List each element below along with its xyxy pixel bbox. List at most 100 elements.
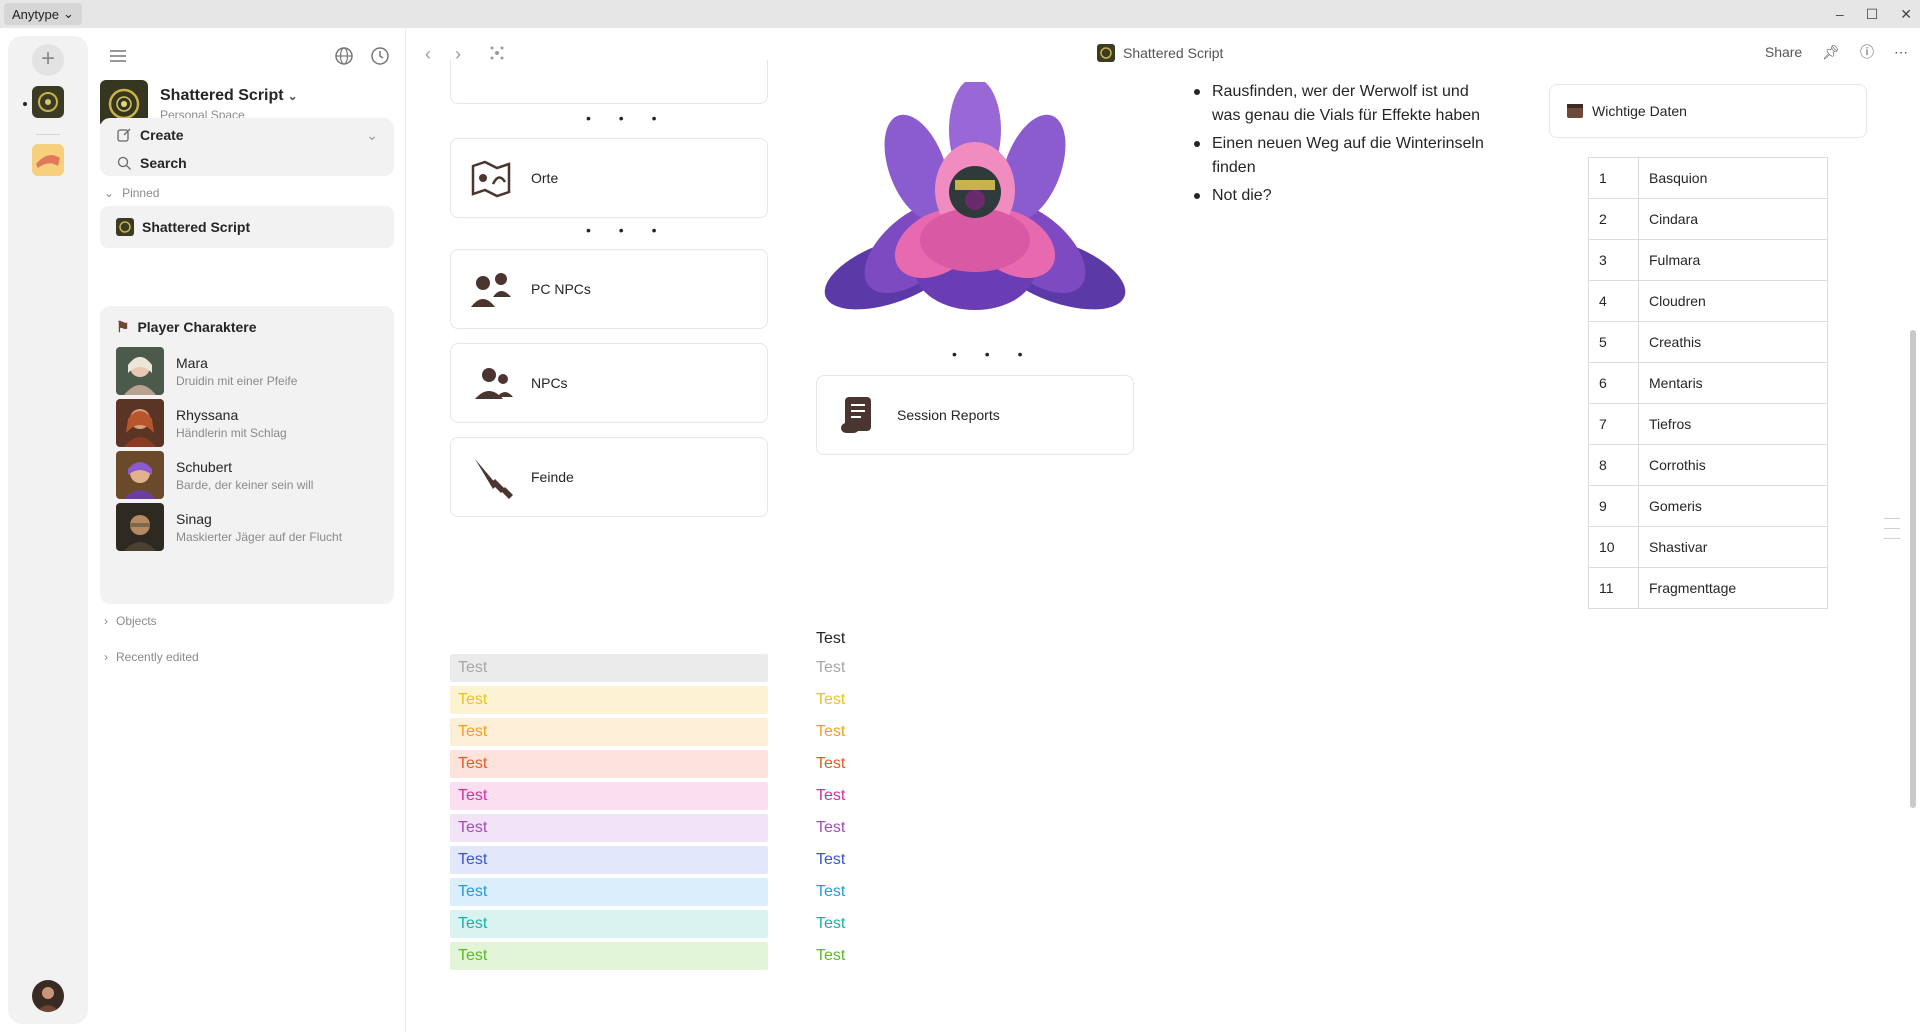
colored-test-text[interactable]: Test <box>816 878 845 906</box>
date-number[interactable]: 4 <box>1588 280 1639 322</box>
date-number[interactable]: 9 <box>1588 485 1639 527</box>
colored-test-text[interactable]: Test <box>816 750 845 778</box>
person-item-mara[interactable]: Mara Druidin mit einer Pfeife <box>116 346 386 396</box>
pin-icon[interactable]: 📌︎ <box>1822 44 1840 61</box>
scrollbar[interactable] <box>1910 330 1916 808</box>
table-of-contents-lines[interactable] <box>1884 518 1900 548</box>
add-space-button[interactable]: + <box>32 44 64 76</box>
date-number[interactable]: 6 <box>1588 362 1639 404</box>
space-shattered-script-icon[interactable] <box>32 86 64 118</box>
search-icon <box>117 156 131 170</box>
menu-icon[interactable] <box>106 44 130 68</box>
date-number[interactable]: 2 <box>1588 198 1639 240</box>
date-number[interactable]: 5 <box>1588 321 1639 363</box>
link-card-npcs[interactable]: NPCs <box>450 343 768 423</box>
date-name[interactable]: Corrothis <box>1638 444 1828 486</box>
highlighted-test-text[interactable]: Test <box>450 910 768 938</box>
colored-test-text[interactable]: Test <box>816 718 845 746</box>
person-item-rhyssana[interactable]: Rhyssana Händlerin mit Schlag <box>116 398 386 448</box>
highlighted-test-text[interactable]: Test <box>450 814 768 842</box>
link-card-wichtige-daten[interactable]: Wichtige Daten <box>1549 84 1867 138</box>
colored-test-text[interactable]: Test <box>816 654 845 682</box>
person-item-schubert[interactable]: Schubert Barde, der keiner sein will <box>116 450 386 500</box>
date-number[interactable]: 8 <box>1588 444 1639 486</box>
colored-test-text[interactable]: Test <box>816 686 845 714</box>
date-name[interactable]: Cloudren <box>1638 280 1828 322</box>
more-icon[interactable]: ⋯ <box>1894 44 1908 61</box>
info-icon[interactable]: ⓘ <box>1860 42 1874 62</box>
table-row: 4 Cloudren <box>1588 280 1828 322</box>
minimize-button[interactable]: – <box>1836 6 1844 22</box>
date-name[interactable]: Tiefros <box>1638 403 1828 445</box>
create-button[interactable]: Create ⌄ <box>100 121 394 149</box>
date-number[interactable]: 11 <box>1588 567 1639 609</box>
table-row: 2 Cindara <box>1588 198 1828 240</box>
link-card-feinde[interactable]: Feinde <box>450 437 768 517</box>
link-card-pc-npcs[interactable]: PC NPCs <box>450 249 768 329</box>
space-second-icon[interactable] <box>32 144 64 176</box>
bullet-item[interactable]: Einen neuen Weg auf die Winterinseln fin… <box>1190 132 1500 180</box>
date-name[interactable]: Gomeris <box>1638 485 1828 527</box>
pinned-section-toggle[interactable]: ⌄ Pinned <box>104 186 159 200</box>
colored-test-text[interactable]: Test <box>816 910 845 938</box>
highlighted-test-text[interactable]: Test <box>450 750 768 778</box>
recently-edited-toggle[interactable]: › Recently edited <box>104 650 199 664</box>
highlighted-test-text[interactable]: Test <box>450 846 768 874</box>
date-name[interactable]: Basquion <box>1638 157 1828 199</box>
date-name[interactable]: Creathis <box>1638 321 1828 363</box>
colored-test-text[interactable]: Test <box>816 846 845 874</box>
colored-test-text[interactable]: Test <box>816 814 845 842</box>
card-label: PC NPCs <box>531 281 591 297</box>
highlighted-test-text[interactable]: Test <box>450 686 768 714</box>
share-button[interactable]: Share <box>1765 44 1802 60</box>
pinned-item-shattered-script[interactable]: Shattered Script <box>100 206 394 248</box>
space-rail: + <box>8 36 88 1024</box>
date-name[interactable]: Cindara <box>1638 198 1828 240</box>
back-arrow-icon[interactable]: ‹ <box>425 44 431 65</box>
link-card-orte[interactable]: Orte <box>450 138 768 218</box>
date-name[interactable]: Mentaris <box>1638 362 1828 404</box>
date-name[interactable]: Fragmenttage <box>1638 567 1828 609</box>
chevron-down-icon: ⌄ <box>287 88 298 103</box>
maximize-button[interactable]: ☐ <box>1866 6 1879 23</box>
date-number[interactable]: 1 <box>1588 157 1639 199</box>
table-row: 3 Fulmara <box>1588 239 1828 281</box>
table-row: 9 Gomeris <box>1588 485 1828 527</box>
document-title-text: Shattered Script <box>1123 45 1224 61</box>
date-name[interactable]: Fulmara <box>1638 239 1828 281</box>
highlighted-test-text[interactable]: Test <box>450 718 768 746</box>
objects-section-toggle[interactable]: › Objects <box>104 614 157 628</box>
search-button[interactable]: Search <box>100 149 394 177</box>
highlighted-test-text[interactable]: Test <box>450 782 768 810</box>
link-card-session-reports[interactable]: Session Reports <box>816 375 1134 455</box>
date-number[interactable]: 3 <box>1588 239 1639 281</box>
widget-title[interactable]: ⚑ Player Charaktere <box>116 318 257 336</box>
partial-link-card[interactable] <box>450 60 768 104</box>
highlighted-test-text[interactable]: Test <box>450 654 768 682</box>
date-number[interactable]: 7 <box>1588 403 1639 445</box>
date-number[interactable]: 10 <box>1588 526 1639 568</box>
calendar-icon <box>1566 101 1584 122</box>
history-icon[interactable] <box>368 44 392 68</box>
app-menu-button[interactable]: Anytype ⌄ <box>4 3 82 25</box>
test-text-default[interactable]: Test <box>816 625 845 653</box>
bullet-list: Rausfinden, wer der Werwolf ist und was … <box>1190 80 1500 212</box>
card-label: NPCs <box>531 375 568 391</box>
active-space-indicator <box>23 102 27 106</box>
date-name[interactable]: Shastivar <box>1638 526 1828 568</box>
chevron-down-icon[interactable]: ⌄ <box>366 127 378 144</box>
bullet-item[interactable]: Rausfinden, wer der Werwolf ist und was … <box>1190 80 1500 128</box>
table-row: 6 Mentaris <box>1588 362 1828 404</box>
highlighted-test-text[interactable]: Test <box>450 878 768 906</box>
globe-icon[interactable] <box>332 44 356 68</box>
create-label: Create <box>140 127 184 143</box>
close-button[interactable]: ✕ <box>1900 6 1912 23</box>
chevron-down-icon: ⌄ <box>104 186 115 200</box>
highlighted-test-text[interactable]: Test <box>450 942 768 970</box>
colored-test-text[interactable]: Test <box>816 782 845 810</box>
bullet-item[interactable]: Not die? <box>1190 184 1500 208</box>
colored-test-text[interactable]: Test <box>816 942 845 970</box>
person-name: Schubert <box>176 458 233 475</box>
person-item-sinag[interactable]: Sinag Maskierter Jäger auf der Flucht <box>116 502 386 552</box>
profile-avatar[interactable] <box>32 980 64 1012</box>
